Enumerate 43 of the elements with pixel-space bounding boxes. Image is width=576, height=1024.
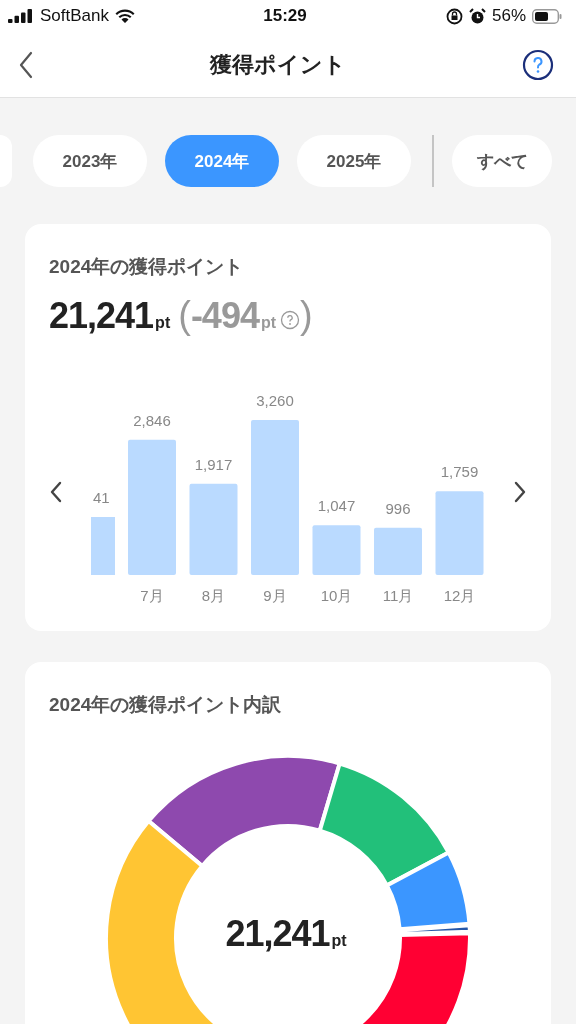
next-chevron-icon[interactable] bbox=[513, 481, 527, 503]
month-label: 8月 bbox=[201, 587, 225, 604]
card-title: 2024年の獲得ポイント bbox=[49, 255, 245, 279]
chart-bar bbox=[90, 517, 115, 575]
alarm-icon bbox=[469, 7, 486, 25]
previous-chevron-icon[interactable] bbox=[49, 481, 63, 503]
year-tab[interactable]: 2023年 bbox=[33, 135, 147, 187]
battery-icon bbox=[532, 8, 562, 24]
bar-value-label: 1,917 bbox=[194, 455, 232, 473]
card-title: 2024年の獲得ポイント内訳 bbox=[49, 693, 283, 717]
month-label: 7月 bbox=[139, 587, 164, 604]
chart-bar bbox=[312, 525, 360, 575]
month-label: 12月 bbox=[443, 587, 475, 604]
bar-value-label: 2,846 bbox=[132, 411, 171, 429]
total-points: 21,241 bbox=[49, 295, 154, 337]
points-unit: pt bbox=[155, 314, 171, 332]
bar-value-label: 1,047 bbox=[317, 497, 355, 515]
month-label: 9月 bbox=[262, 587, 287, 604]
clock-time: 15:29 bbox=[263, 6, 307, 26]
bar-value-label: 3,260 bbox=[255, 392, 294, 409]
bar-value-label: 41 bbox=[92, 489, 110, 506]
carrier-text: SoftBank bbox=[40, 6, 109, 26]
month-label: 11月 bbox=[382, 587, 413, 604]
points-unit: pt bbox=[331, 932, 347, 950]
open-paren: ( bbox=[178, 294, 191, 337]
page-title: 獲得ポイント bbox=[210, 50, 346, 79]
help-button[interactable] bbox=[522, 48, 554, 81]
bar-value-label: 996 bbox=[385, 499, 410, 517]
month-label: 10月 bbox=[320, 587, 352, 604]
wifi-icon bbox=[115, 8, 135, 24]
points-difference: -494 bbox=[190, 295, 259, 337]
donut-total-points: 21,241 bbox=[225, 913, 330, 955]
signal-icon bbox=[8, 9, 34, 23]
year-tab[interactable]: 2025年 bbox=[297, 135, 411, 187]
points-unit: pt bbox=[260, 314, 277, 332]
battery-percent: 56% bbox=[492, 6, 526, 26]
chart-bar bbox=[373, 527, 422, 575]
rotation-lock-icon bbox=[446, 7, 463, 25]
all-tab[interactable]: すべて bbox=[452, 135, 552, 187]
back-button[interactable] bbox=[18, 50, 34, 79]
help-icon[interactable] bbox=[280, 309, 301, 330]
bar-value-label: 1,759 bbox=[440, 463, 478, 481]
close-paren: ) bbox=[300, 294, 313, 337]
